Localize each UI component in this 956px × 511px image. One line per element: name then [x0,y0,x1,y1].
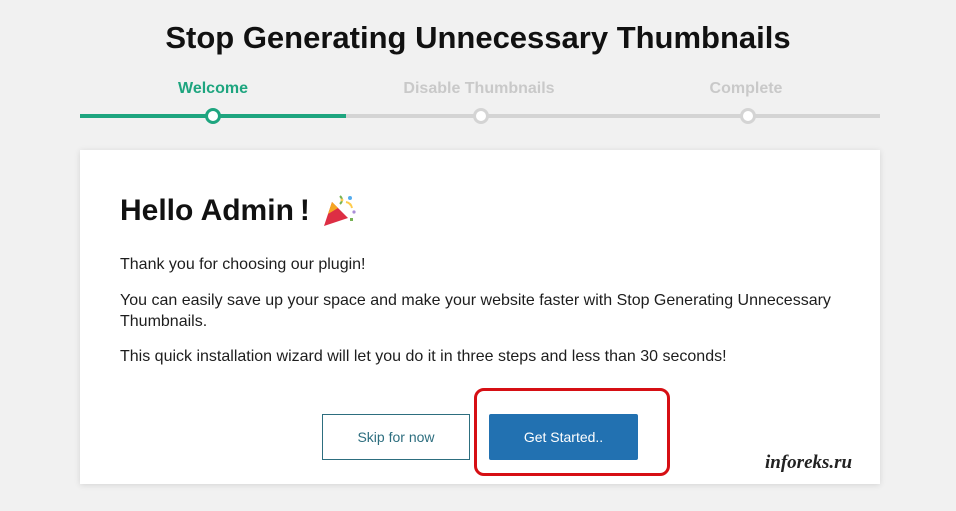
step-complete: Complete [709,80,783,97]
step-dot-welcome [205,108,221,124]
progress-track-remaining [346,114,880,118]
party-popper-icon [320,192,358,230]
wizard-info-text: This quick installation wizard will let … [120,348,727,365]
red-highlight-annotation [474,388,670,476]
page-title: Stop Generating Unnecessary Thumbnails [165,20,791,55]
watermark: inforeks.ru [765,452,853,473]
welcome-heading: Hello Admin ! [120,192,358,230]
skip-for-now-button[interactable]: Skip for now [322,414,470,460]
step-disable-thumbnails: Disable Thumbnails [403,80,555,97]
description-text: You can easily save up your space and ma… [120,292,831,330]
step-dot-complete [740,108,756,124]
step-welcome: Welcome [178,80,248,97]
greeting-text: Hello Admin ! [120,194,310,227]
setup-stepper: Welcome Disable Thumbnails Complete [80,78,880,124]
step-dot-disable-thumbnails [473,108,489,124]
thank-you-text: Thank you for choosing our plugin! [120,256,366,273]
